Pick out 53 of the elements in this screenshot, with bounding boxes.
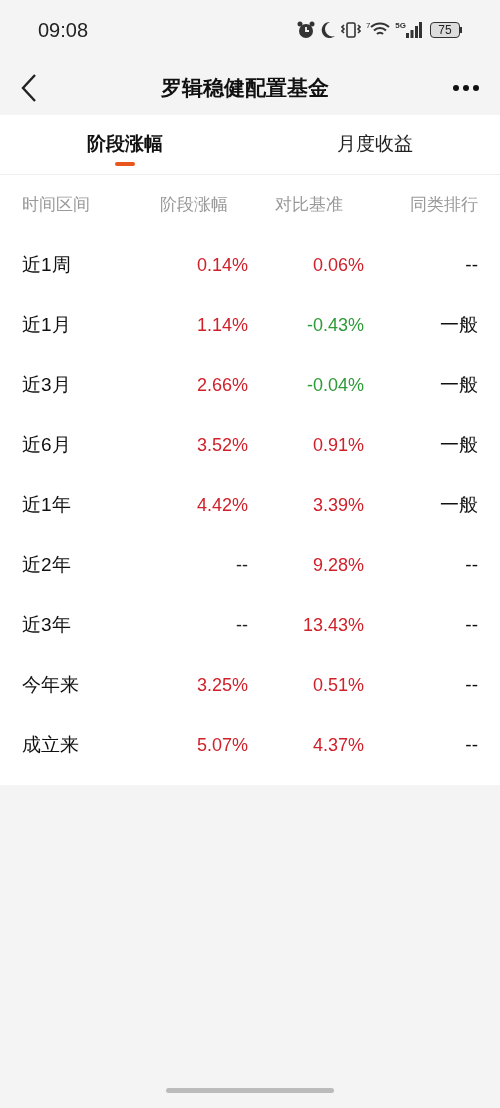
table-cell-text: 一般 — [439, 492, 478, 517]
table-cell-text: 一般 — [439, 372, 478, 397]
table-cell-text: 0.06% — [311, 253, 364, 277]
network-label: 5G — [395, 22, 406, 30]
table-cell-text: 近3年 — [22, 612, 72, 637]
table-cell-text: 5.07% — [195, 733, 248, 757]
table-cell-text: 近1周 — [22, 252, 72, 277]
table-cell-text: -0.04% — [305, 373, 364, 397]
wifi-label: 7 — [365, 22, 371, 30]
table-cell-text: 近1年 — [22, 492, 72, 517]
table-cell-text: -- — [464, 612, 478, 637]
table-cell-text: 0.14% — [195, 253, 248, 277]
table-cell-text: -- — [464, 732, 478, 757]
column-header: 时间区间 — [22, 194, 91, 217]
table-cell-text: 0.51% — [311, 673, 364, 697]
vibrate-icon — [340, 21, 361, 39]
table-cell-text: -- — [464, 552, 478, 577]
table-cell-text: -- — [235, 613, 248, 637]
back-icon[interactable] — [20, 72, 38, 103]
table-cell-text: 3.39% — [311, 493, 364, 517]
table-cell-text: 成立来 — [22, 732, 80, 757]
table-cell-text: 一般 — [439, 312, 478, 337]
tab[interactable]: 阶段涨幅 — [0, 115, 250, 174]
signal-icon — [406, 22, 422, 38]
table-cell-text: -- — [464, 672, 478, 697]
table-cell-text: 9.28% — [311, 553, 364, 577]
table-cell-text: 4.42% — [195, 493, 248, 517]
tab[interactable]: 月度收益 — [250, 115, 500, 174]
page-title: 罗辑稳健配置基金 — [161, 74, 329, 101]
table-cell-text: -- — [235, 553, 248, 577]
table-cell-text: 1.14% — [195, 313, 248, 337]
column-header: 对比基准 — [274, 194, 344, 217]
column-header: 同类排行 — [409, 194, 478, 217]
battery-icon: 75 — [430, 22, 462, 38]
alarm-icon — [296, 21, 315, 39]
table-cell-text: 近6月 — [22, 432, 72, 457]
table-cell-text: 13.43% — [301, 613, 364, 637]
column-header: 阶段涨幅 — [159, 194, 229, 217]
table-cell-text: 2.66% — [195, 373, 248, 397]
table-cell-text: 3.52% — [195, 433, 248, 457]
table-cell-text: 一般 — [439, 432, 478, 457]
more-icon[interactable] — [452, 83, 480, 92]
table-cell-text: 3.25% — [195, 673, 248, 697]
table-cell-text: 近2年 — [22, 552, 72, 577]
table-cell-text: 今年来 — [22, 672, 80, 697]
status-time: 09:08 — [38, 18, 89, 43]
table-cell-text: 0.91% — [311, 433, 364, 457]
table-cell-text: 近1月 — [22, 312, 72, 337]
moon-icon — [319, 21, 336, 39]
table-cell-text: -0.43% — [305, 313, 364, 337]
table-cell-text: -- — [464, 252, 478, 277]
table-cell-text: 4.37% — [311, 733, 364, 757]
table-cell-text: 近3月 — [22, 372, 72, 397]
